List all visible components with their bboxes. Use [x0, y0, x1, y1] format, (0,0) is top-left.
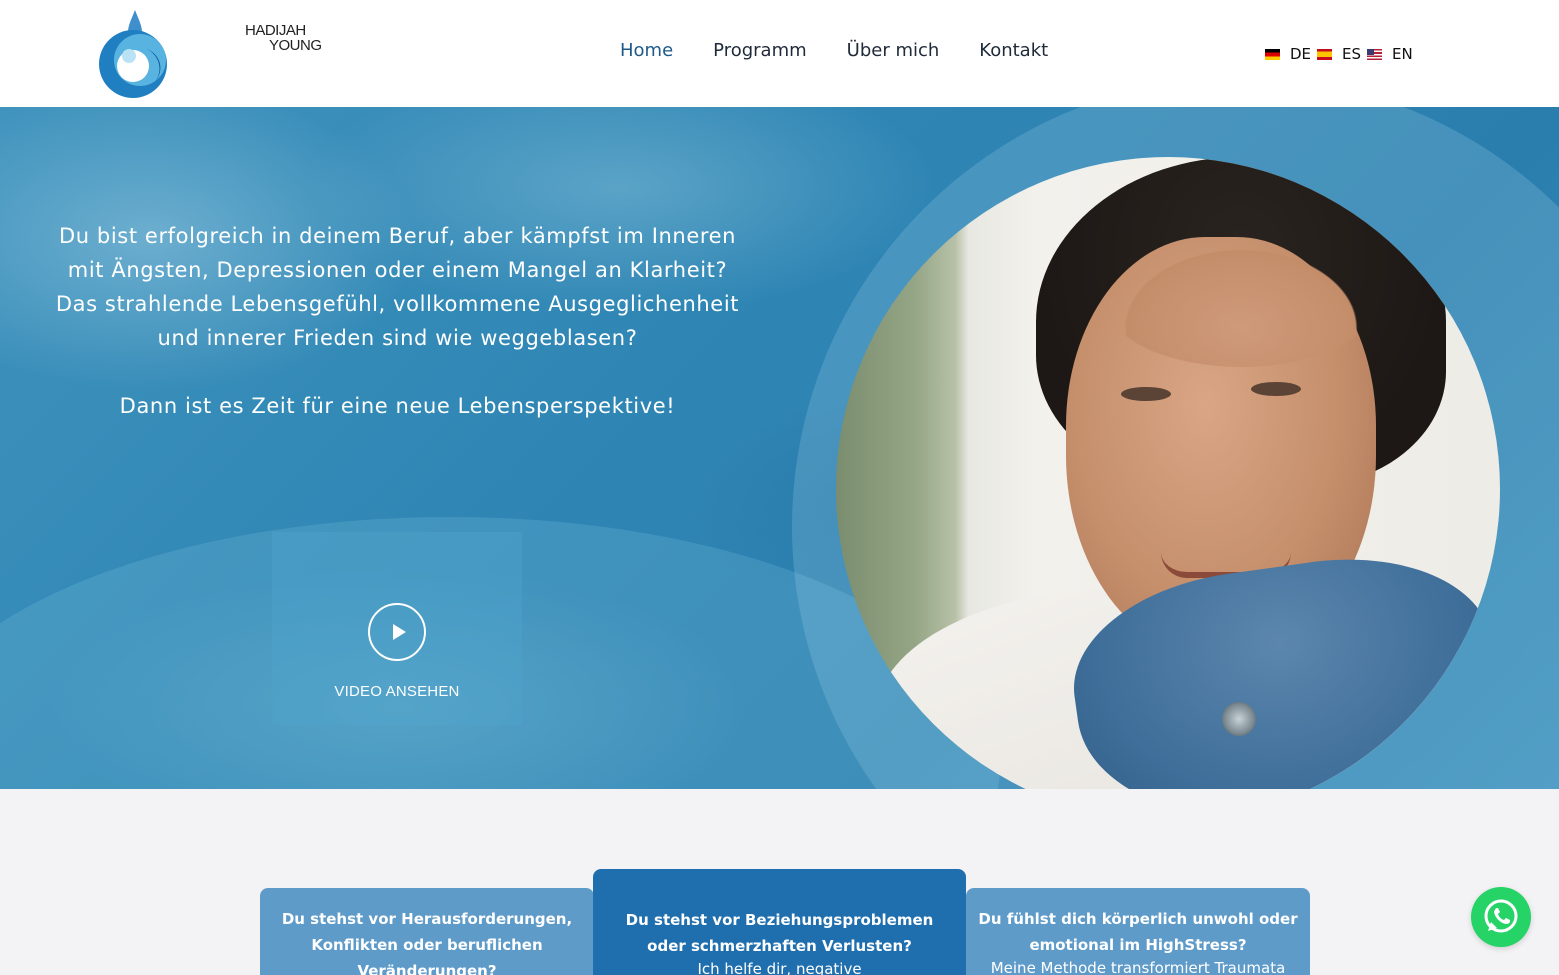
portrait-photo — [836, 157, 1500, 789]
play-icon[interactable] — [368, 603, 426, 661]
flag-usa-icon — [1367, 48, 1383, 60]
nav-programm[interactable]: Programm — [713, 40, 806, 61]
language-switcher: DE ES EN — [1265, 45, 1419, 63]
lang-en-label: EN — [1392, 45, 1413, 63]
water-drop-logo-icon — [99, 10, 167, 98]
video-button[interactable]: VIDEO ANSEHEN — [272, 532, 522, 725]
nav-home[interactable]: Home — [620, 40, 673, 61]
problem-card-relationships[interactable]: Du stehst vor Beziehungsproblemen oder s… — [593, 869, 966, 975]
hero-call-to-action: Dann ist es Zeit für eine neue Lebensper… — [119, 394, 676, 418]
logo-line2: YOUNG — [269, 37, 322, 54]
card-title: Du stehst vor Herausforderungen, Konflik… — [281, 910, 573, 975]
card-text: Ich helfe dir, negative — [697, 960, 862, 975]
nav-kontakt[interactable]: Kontakt — [979, 40, 1048, 61]
card-text: Meine Methode transformiert Traumata — [990, 959, 1286, 975]
card-title: Du fühlst dich körperlich unwohl oder em… — [978, 910, 1298, 954]
flag-spain-icon — [1317, 48, 1333, 60]
nav-uber-mich[interactable]: Über mich — [847, 40, 940, 61]
whatsapp-button[interactable] — [1471, 887, 1531, 947]
card-title: Du stehst vor Beziehungsproblemen oder s… — [625, 911, 934, 955]
flag-germany-icon — [1265, 48, 1280, 60]
hero-question-2: Das strahlende Lebensgefühl, vollkommene… — [55, 292, 740, 350]
site-header: HADIJAH YOUNG Home Programm Über mich Ko… — [0, 0, 1559, 107]
whatsapp-icon — [1484, 899, 1518, 933]
problem-card-career[interactable]: Du stehst vor Herausforderungen, Konflik… — [260, 888, 594, 975]
hadijah-young-logo[interactable]: HADIJAH YOUNG — [95, 8, 322, 100]
lang-de[interactable]: DE — [1265, 45, 1311, 63]
lang-es-label: ES — [1342, 45, 1362, 63]
main-nav: Home Programm Über mich Kontakt — [620, 40, 1048, 61]
problem-card-stress[interactable]: Du fühlst dich körperlich unwohl oder em… — [966, 888, 1310, 975]
lang-en[interactable]: EN — [1367, 45, 1413, 63]
lang-de-label: DE — [1290, 45, 1312, 63]
hero-section: Du bist erfolgreich in deinem Beruf, abe… — [0, 107, 1559, 789]
hero-text: Du bist erfolgreich in deinem Beruf, abe… — [40, 219, 755, 423]
video-label: VIDEO ANSEHEN — [334, 683, 460, 700]
lang-es[interactable]: ES — [1317, 45, 1361, 63]
hero-question-1: Du bist erfolgreich in deinem Beruf, abe… — [58, 224, 737, 282]
logo-wordmark: HADIJAH YOUNG — [245, 23, 322, 53]
